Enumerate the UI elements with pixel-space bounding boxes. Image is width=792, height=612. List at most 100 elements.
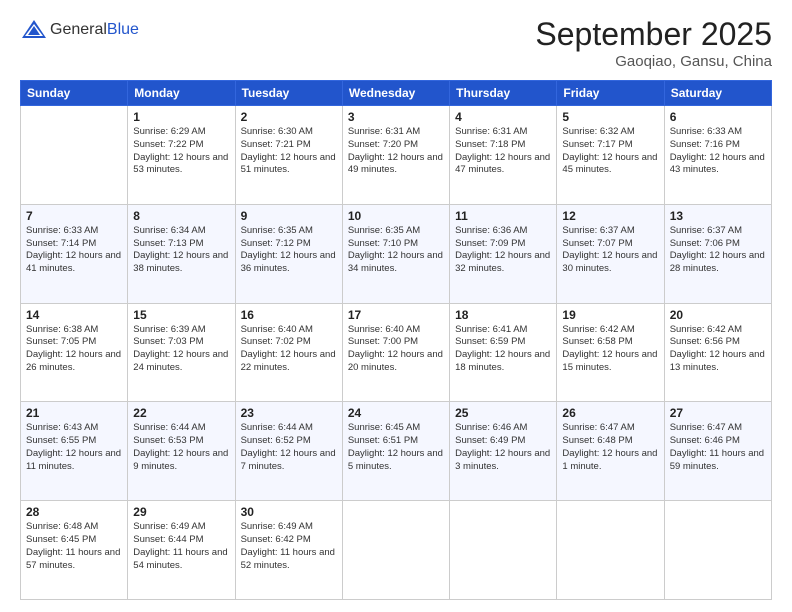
cell-info: Sunrise: 6:37 AM Sunset: 7:06 PM Dayligh… [670,225,766,276]
calendar-cell [450,501,557,600]
day-number: 13 [670,209,766,223]
calendar-cell: 26Sunrise: 6:47 AM Sunset: 6:48 PM Dayli… [557,402,664,501]
cell-info: Sunrise: 6:45 AM Sunset: 6:51 PM Dayligh… [348,422,444,473]
cell-info: Sunrise: 6:43 AM Sunset: 6:55 PM Dayligh… [26,422,122,473]
cell-info: Sunrise: 6:29 AM Sunset: 7:22 PM Dayligh… [133,126,229,177]
calendar-cell: 15 Sunrise: 6:39 AM Sunset: 7:03 PM Dayli… [128,303,235,402]
day-number: 15 [133,308,229,322]
calendar-cell [342,501,449,600]
day-number: 5 [562,110,658,124]
calendar-cell: 18 Sunrise: 6:41 AM Sunset: 6:59 PM Dayli… [450,303,557,402]
day-number: 24 [348,406,444,420]
day-number: 12 [562,209,658,223]
cell-info: Sunrise: 6:36 AM Sunset: 7:09 PM Dayligh… [455,225,551,276]
title-block: September 2025 Gaoqiao, Gansu, China [535,16,772,70]
calendar-table: Sunday Monday Tuesday Wednesday Thursday… [20,80,772,600]
cell-info: Sunrise: 6:37 AM Sunset: 7:07 PM Dayligh… [562,225,658,276]
calendar-cell [664,501,771,600]
col-friday: Friday [557,81,664,106]
calendar-cell: 11 Sunrise: 6:36 AM Sunset: 7:09 PM Dayli… [450,204,557,303]
cell-info: Sunrise: 6:40 AM Sunset: 7:02 PM Dayligh… [241,324,337,375]
calendar-cell: 27Sunrise: 6:47 AM Sunset: 6:46 PM Dayli… [664,402,771,501]
calendar-cell: 12 Sunrise: 6:37 AM Sunset: 7:07 PM Dayli… [557,204,664,303]
cell-info: Sunrise: 6:47 AM Sunset: 6:46 PM Dayligh… [670,422,766,473]
calendar-cell: 20 Sunrise: 6:42 AM Sunset: 6:56 PM Dayli… [664,303,771,402]
calendar-cell: 24 Sunrise: 6:45 AM Sunset: 6:51 PM Dayli… [342,402,449,501]
calendar-cell [21,106,128,205]
calendar-cell: 16Sunrise: 6:40 AM Sunset: 7:02 PM Dayli… [235,303,342,402]
calendar-cell: 13 Sunrise: 6:37 AM Sunset: 7:06 PM Dayli… [664,204,771,303]
day-number: 1 [133,110,229,124]
cell-info: Sunrise: 6:41 AM Sunset: 6:59 PM Dayligh… [455,324,551,375]
cell-info: Sunrise: 6:35 AM Sunset: 7:12 PM Dayligh… [241,225,337,276]
day-number: 20 [670,308,766,322]
day-number: 19 [562,308,658,322]
day-number: 17 [348,308,444,322]
calendar-cell: 23 Sunrise: 6:44 AM Sunset: 6:52 PM Dayli… [235,402,342,501]
cell-info: Sunrise: 6:31 AM Sunset: 7:18 PM Dayligh… [455,126,551,177]
calendar-cell: 17 Sunrise: 6:40 AM Sunset: 7:00 PM Dayli… [342,303,449,402]
calendar-week-3: 14 Sunrise: 6:38 AM Sunset: 7:05 PM Dayli… [21,303,772,402]
page: GeneralBlue September 2025 Gaoqiao, Gans… [0,0,792,612]
calendar-cell: 21 Sunrise: 6:43 AM Sunset: 6:55 PM Dayli… [21,402,128,501]
calendar-cell: 4 Sunrise: 6:31 AM Sunset: 7:18 PM Daylig… [450,106,557,205]
cell-info: Sunrise: 6:40 AM Sunset: 7:00 PM Dayligh… [348,324,444,375]
day-number: 6 [670,110,766,124]
calendar-cell: 10Sunrise: 6:35 AM Sunset: 7:10 PM Dayli… [342,204,449,303]
day-number: 18 [455,308,551,322]
day-number: 22 [133,406,229,420]
cell-info: Sunrise: 6:49 AM Sunset: 6:42 PM Dayligh… [241,521,337,572]
calendar-cell: 25Sunrise: 6:46 AM Sunset: 6:49 PM Dayli… [450,402,557,501]
day-number: 29 [133,505,229,519]
day-number: 4 [455,110,551,124]
day-number: 25 [455,406,551,420]
cell-info: Sunrise: 6:44 AM Sunset: 6:53 PM Dayligh… [133,422,229,473]
day-number: 3 [348,110,444,124]
calendar-cell: 14 Sunrise: 6:38 AM Sunset: 7:05 PM Dayli… [21,303,128,402]
header: GeneralBlue September 2025 Gaoqiao, Gans… [20,16,772,70]
calendar-week-5: 28Sunrise: 6:48 AM Sunset: 6:45 PM Dayli… [21,501,772,600]
calendar-cell: 3 Sunrise: 6:31 AM Sunset: 7:20 PM Daylig… [342,106,449,205]
cell-info: Sunrise: 6:39 AM Sunset: 7:03 PM Dayligh… [133,324,229,375]
day-number: 23 [241,406,337,420]
col-thursday: Thursday [450,81,557,106]
calendar-week-4: 21 Sunrise: 6:43 AM Sunset: 6:55 PM Dayli… [21,402,772,501]
calendar-week-2: 7 Sunrise: 6:33 AM Sunset: 7:14 PM Daylig… [21,204,772,303]
day-number: 8 [133,209,229,223]
cell-info: Sunrise: 6:38 AM Sunset: 7:05 PM Dayligh… [26,324,122,375]
cell-info: Sunrise: 6:32 AM Sunset: 7:17 PM Dayligh… [562,126,658,177]
logo-blue-text: Blue [107,21,139,39]
calendar-week-1: 1 Sunrise: 6:29 AM Sunset: 7:22 PM Daylig… [21,106,772,205]
calendar-cell: 28Sunrise: 6:48 AM Sunset: 6:45 PM Dayli… [21,501,128,600]
month-title: September 2025 [535,16,772,53]
calendar-cell: 2 Sunrise: 6:30 AM Sunset: 7:21 PM Daylig… [235,106,342,205]
day-number: 21 [26,406,122,420]
day-number: 7 [26,209,122,223]
cell-info: Sunrise: 6:34 AM Sunset: 7:13 PM Dayligh… [133,225,229,276]
cell-info: Sunrise: 6:42 AM Sunset: 6:56 PM Dayligh… [670,324,766,375]
calendar-cell: 9 Sunrise: 6:35 AM Sunset: 7:12 PM Daylig… [235,204,342,303]
day-number: 14 [26,308,122,322]
day-number: 2 [241,110,337,124]
cell-info: Sunrise: 6:47 AM Sunset: 6:48 PM Dayligh… [562,422,658,473]
day-number: 28 [26,505,122,519]
day-number: 10 [348,209,444,223]
cell-info: Sunrise: 6:33 AM Sunset: 7:14 PM Dayligh… [26,225,122,276]
calendar-cell: 8 Sunrise: 6:34 AM Sunset: 7:13 PM Daylig… [128,204,235,303]
day-number: 9 [241,209,337,223]
cell-info: Sunrise: 6:31 AM Sunset: 7:20 PM Dayligh… [348,126,444,177]
col-tuesday: Tuesday [235,81,342,106]
cell-info: Sunrise: 6:30 AM Sunset: 7:21 PM Dayligh… [241,126,337,177]
calendar-cell: 5 Sunrise: 6:32 AM Sunset: 7:17 PM Daylig… [557,106,664,205]
calendar-cell: 6 Sunrise: 6:33 AM Sunset: 7:16 PM Daylig… [664,106,771,205]
cell-info: Sunrise: 6:33 AM Sunset: 7:16 PM Dayligh… [670,126,766,177]
cell-info: Sunrise: 6:44 AM Sunset: 6:52 PM Dayligh… [241,422,337,473]
logo: GeneralBlue [20,16,139,44]
col-saturday: Saturday [664,81,771,106]
calendar-cell: 1 Sunrise: 6:29 AM Sunset: 7:22 PM Daylig… [128,106,235,205]
day-number: 11 [455,209,551,223]
logo-general-text: General [50,21,107,39]
col-sunday: Sunday [21,81,128,106]
calendar-cell: 30Sunrise: 6:49 AM Sunset: 6:42 PM Dayli… [235,501,342,600]
calendar-cell: 7 Sunrise: 6:33 AM Sunset: 7:14 PM Daylig… [21,204,128,303]
